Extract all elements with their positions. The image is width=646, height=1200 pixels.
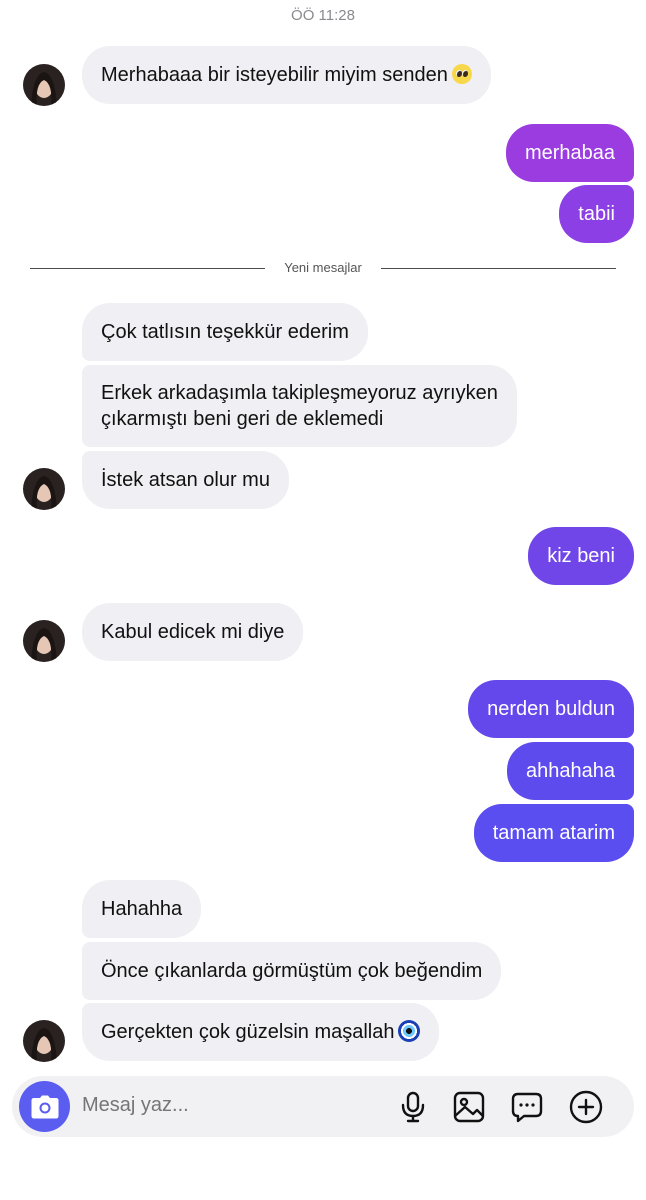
pleading-face-icon bbox=[451, 64, 472, 84]
message-sent[interactable]: tamam atarim bbox=[473, 804, 634, 862]
camera-icon bbox=[31, 1095, 58, 1118]
message-sent[interactable]: nerden buldun bbox=[468, 680, 634, 738]
message-text-line: çıkarmıştı beni geri de eklemedi bbox=[101, 408, 384, 430]
message-received[interactable]: Gerçekten çok güzelsin maşallah bbox=[82, 1003, 440, 1061]
add-icon bbox=[569, 1090, 603, 1124]
sticker-button[interactable] bbox=[510, 1090, 544, 1124]
message-received[interactable]: Kabul edicek mi diye bbox=[82, 603, 304, 661]
message-received[interactable]: Önce çıkanlarda görmüştüm çok beğendim bbox=[82, 942, 502, 1000]
microphone-icon bbox=[401, 1091, 425, 1123]
message-text: Gerçekten çok güzelsin maşallah bbox=[101, 1021, 395, 1043]
message-received[interactable]: İstek atsan olur mu bbox=[82, 451, 289, 509]
message-sent[interactable]: kiz beni bbox=[528, 527, 634, 585]
message-received[interactable]: Merhabaaa bir isteyebilir miyim senden bbox=[82, 46, 491, 104]
nazar-amulet-icon bbox=[398, 1020, 421, 1042]
message-input[interactable] bbox=[82, 1094, 332, 1117]
camera-button[interactable] bbox=[19, 1081, 70, 1132]
message-sent[interactable]: ahhahaha bbox=[507, 742, 634, 800]
message-received[interactable]: Hahahha bbox=[82, 880, 202, 938]
microphone-button[interactable] bbox=[396, 1090, 430, 1124]
avatar[interactable] bbox=[23, 1020, 65, 1062]
image-icon bbox=[453, 1091, 485, 1123]
avatar[interactable] bbox=[23, 468, 65, 510]
add-button[interactable] bbox=[569, 1090, 603, 1124]
message-text: Merhabaaa bir isteyebilir miyim senden bbox=[101, 64, 448, 86]
divider-line-right bbox=[381, 268, 616, 269]
message-sent[interactable]: merhabaa bbox=[505, 124, 634, 182]
message-received[interactable]: Çok tatlısın teşekkür ederim bbox=[82, 303, 368, 361]
gallery-button[interactable] bbox=[452, 1090, 486, 1124]
timestamp: ÖÖ 11:28 bbox=[291, 7, 355, 24]
message-composer bbox=[12, 1076, 634, 1137]
message-received[interactable]: Erkek arkadaşımla takipleşmeyoruz ayrıyk… bbox=[82, 365, 517, 447]
avatar[interactable] bbox=[23, 620, 65, 662]
avatar[interactable] bbox=[23, 64, 65, 106]
sticker-icon bbox=[511, 1092, 543, 1123]
message-text-line: Erkek arkadaşımla takipleşmeyoruz ayrıyk… bbox=[101, 382, 498, 404]
message-sent[interactable]: tabii bbox=[559, 185, 634, 243]
